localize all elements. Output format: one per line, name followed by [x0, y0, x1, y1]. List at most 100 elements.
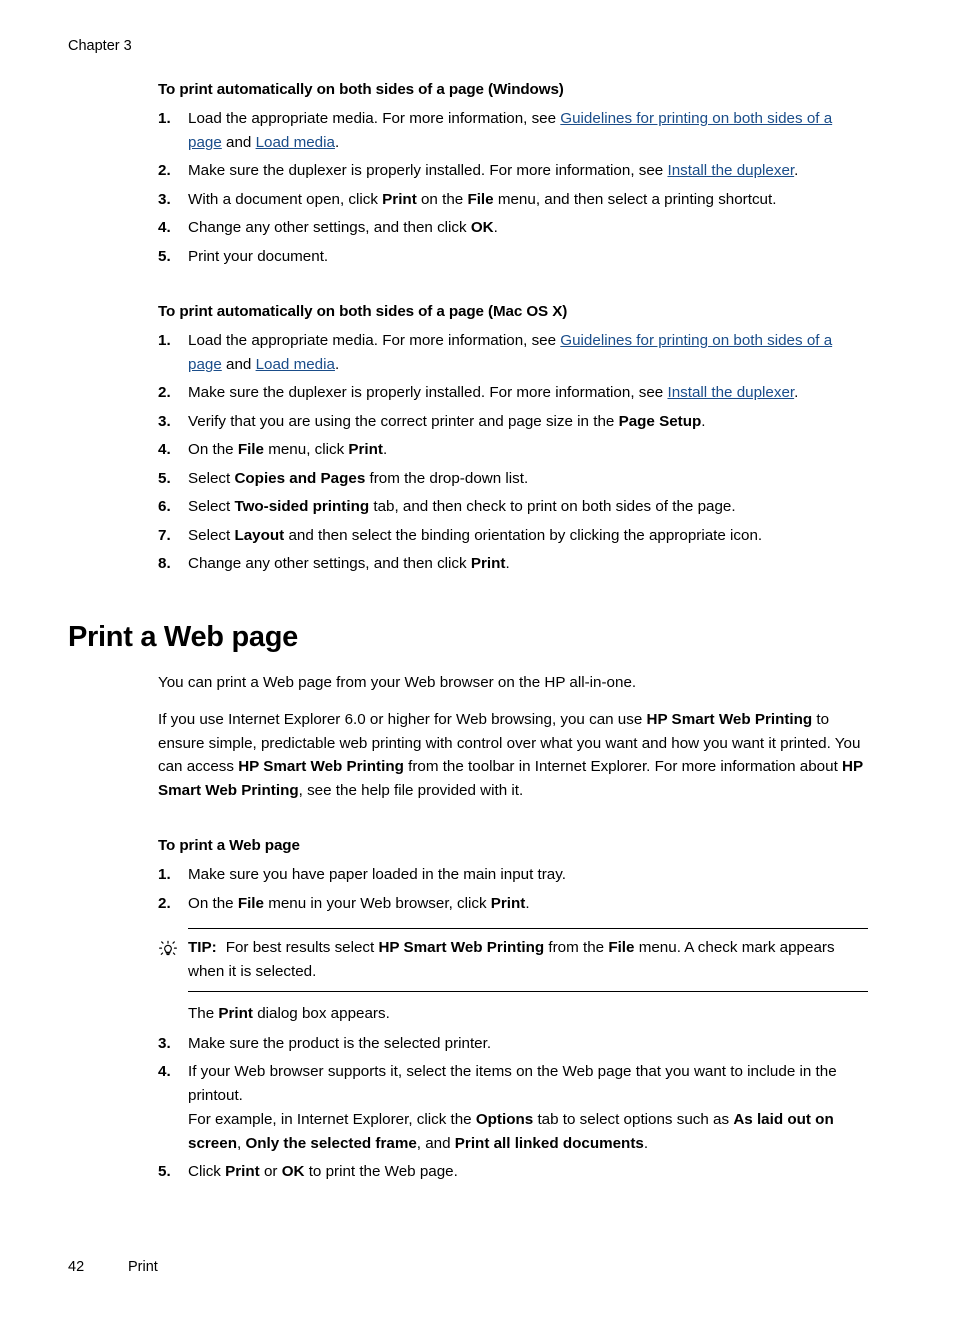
bold-run: Print	[225, 1163, 260, 1180]
bold-run: Print all linked documents	[454, 1134, 644, 1152]
text-run: For example, in Internet Explorer, click…	[188, 1111, 476, 1128]
bold-run: Print	[348, 441, 383, 458]
text-run: Make sure the product is the selected pr…	[188, 1034, 492, 1052]
list-item-number: 4.	[158, 441, 171, 458]
list-item-text: On the File menu in your Web browser, cl…	[188, 895, 530, 912]
list-item-number: 3.	[158, 412, 171, 430]
text-run: , and	[416, 1134, 455, 1152]
intro-paragraph-2: If you use Internet Explorer 6.0 or high…	[158, 708, 868, 802]
bold-run: Layout	[234, 526, 285, 544]
procedure-heading-print-web-page: To print a Web page	[158, 837, 300, 854]
list-item: 7. Select Layout and then select the bind…	[158, 524, 868, 548]
list-item: 2. Make sure the duplexer is properly ins…	[158, 159, 868, 183]
list-item-number: 5.	[158, 247, 171, 265]
page-content: To print automatically on both sides of …	[68, 80, 868, 1189]
text-run: from the toolbar in Internet Explorer. F…	[403, 758, 843, 775]
text-run: dialog box appears.	[253, 1005, 390, 1022]
list-item-text: Change any other settings, and then clic…	[188, 219, 498, 236]
list-item-number: 1.	[158, 332, 171, 349]
cross-reference-link[interactable]: Load media	[256, 134, 335, 151]
list-item: 4. If your Web browser supports it, selec…	[158, 1060, 868, 1155]
text-run: Load the appropriate media. For more inf…	[188, 332, 561, 349]
text-run: on the	[416, 190, 468, 208]
page-footer: 42 Print	[68, 1258, 158, 1276]
text-run: menu in your Web browser, click	[263, 894, 491, 912]
text-run: Change any other settings, and then clic…	[188, 555, 471, 572]
list-item-number: 4.	[158, 1063, 171, 1080]
text-run: tab to select options such as	[533, 1111, 734, 1128]
bold-run: HP Smart Web Printing	[378, 939, 545, 956]
text-run: .	[525, 894, 530, 912]
text-run: For best results select	[225, 939, 379, 956]
steps-list-web-after-tip: 3. Make sure the product is the selected …	[158, 1032, 868, 1184]
list-item-text: Load the appropriate media. For more inf…	[188, 110, 832, 151]
text-run: If you use Internet Explorer 6.0 or high…	[158, 711, 647, 728]
list-item: 4. Change any other settings, and then cl…	[158, 216, 868, 240]
bold-run: Print	[218, 1005, 253, 1022]
text-run: Select	[188, 469, 235, 487]
list-item-number: 6.	[158, 498, 171, 515]
text-run: from the	[544, 939, 609, 956]
section-title-print-a-web-page: Print a Web page	[68, 620, 298, 653]
bold-run: OK	[281, 1163, 305, 1180]
cross-reference-link[interactable]: Install the duplexer	[667, 162, 794, 179]
text-run: menu, and then select a printing shortcu…	[493, 190, 777, 208]
list-item: 5. Click Print or OK to print the Web pag…	[158, 1160, 868, 1184]
text-run: With a document open, click	[188, 190, 383, 208]
bold-run: Options	[475, 1111, 534, 1128]
text-run: .	[383, 441, 388, 458]
list-item-number: 2.	[158, 384, 171, 401]
text-run: Load the appropriate media. For more inf…	[188, 110, 561, 127]
bold-run: Print	[382, 190, 417, 208]
text-run: tab, and then check to print on both sid…	[369, 498, 736, 515]
tip-note: TIP: For best results select HP Smart Web…	[158, 928, 868, 992]
list-item: 4. On the File menu, click Print.	[158, 438, 868, 462]
list-item-number: 4.	[158, 219, 171, 236]
procedure-heading-windows: To print automatically on both sides of …	[158, 81, 564, 98]
footer-section-label: Print	[128, 1259, 158, 1275]
bold-run: HP Smart Web Printing	[646, 711, 813, 728]
text-run: Click	[188, 1163, 226, 1180]
list-item-number: 3.	[158, 1034, 171, 1052]
cross-reference-link[interactable]: Load media	[256, 356, 335, 373]
text-run: and	[221, 133, 256, 151]
running-header-chapter: Chapter 3	[68, 38, 132, 54]
text-run: Change any other settings, and then clic…	[188, 219, 471, 236]
steps-list-web-before-tip: 1. Make sure you have paper loaded in the…	[158, 863, 868, 915]
bold-run: File	[237, 894, 264, 912]
text-run: .	[493, 219, 498, 236]
text-run: from the drop-down list.	[365, 469, 529, 487]
list-item-text: Print your document.	[188, 248, 328, 265]
list-item: 2. On the File menu in your Web browser, …	[158, 892, 868, 916]
list-item-text: Select Layout and then select the bindin…	[188, 527, 762, 544]
list-item-text: If your Web browser supports it, select …	[188, 1063, 837, 1104]
list-item-text: Change any other settings, and then clic…	[188, 555, 510, 572]
text-run: .	[643, 1134, 649, 1152]
cross-reference-link[interactable]: Install the duplexer	[667, 384, 794, 401]
text-run: You can print a Web page from your Web b…	[158, 673, 637, 691]
bold-run: HP Smart Web Printing	[238, 758, 404, 775]
list-item: 3. With a document open, click Print on t…	[158, 188, 868, 212]
bold-run: Two-sided printing	[234, 498, 370, 515]
bold-run: OK	[470, 219, 494, 236]
after-tip-text: The Print dialog box appears.	[188, 1002, 868, 1026]
list-item: 5. Select Copies and Pages from the drop-…	[158, 467, 868, 491]
tip-box: TIP: For best results select HP Smart Web…	[188, 928, 868, 992]
bold-run: File	[608, 939, 635, 956]
list-item-number: 7.	[158, 526, 171, 544]
text-run: .	[794, 384, 799, 401]
bold-run: File	[467, 190, 494, 208]
text-run: On the	[188, 441, 238, 458]
footer-page-number: 42	[68, 1259, 85, 1275]
list-item: 1. Load the appropriate media. For more i…	[158, 329, 868, 376]
list-item-text: Make sure the duplexer is properly insta…	[188, 384, 798, 401]
bold-run: Only the selected frame	[245, 1134, 417, 1152]
text-run: If your Web browser supports it, select …	[188, 1063, 837, 1104]
text-run: .	[701, 412, 706, 430]
list-item-text: Load the appropriate media. For more inf…	[188, 332, 832, 373]
steps-list-windows: 1. Load the appropriate media. For more i…	[158, 107, 868, 268]
list-item-number: 2.	[158, 162, 171, 179]
lightbulb-icon	[158, 940, 178, 960]
text-run: , see the help file provided with it.	[298, 781, 524, 799]
text-run: Verify that you are using the correct pr…	[188, 412, 619, 430]
